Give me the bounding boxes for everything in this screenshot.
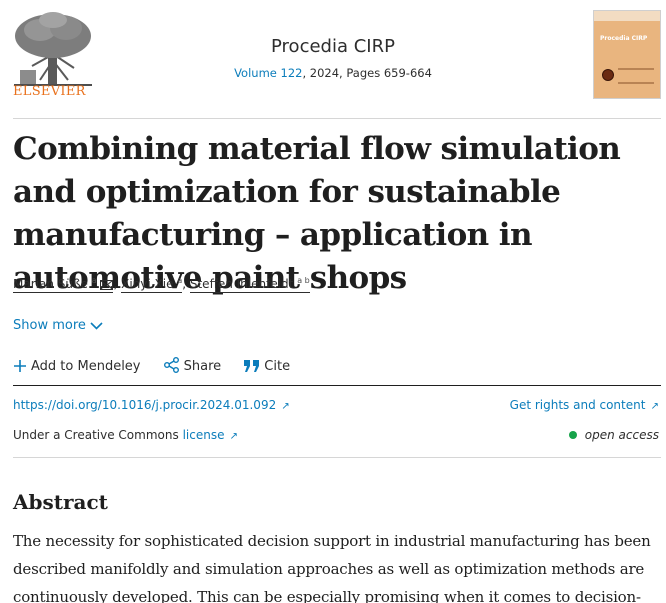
header-divider bbox=[13, 118, 661, 119]
author-list: Marian Süße a , Xinyi Xie a, Steffen Ihl… bbox=[13, 276, 310, 293]
volume-link[interactable]: Volume 122 bbox=[234, 66, 302, 80]
doi-link[interactable]: https://doi.org/10.1016/j.procir.2024.01… bbox=[13, 398, 290, 412]
show-more-label: Show more bbox=[13, 318, 86, 333]
author-name: Marian Süße bbox=[13, 277, 88, 291]
license-link[interactable]: license ↗ bbox=[183, 428, 238, 442]
journal-meta: Volume 122, 2024, Pages 659-664 bbox=[0, 66, 666, 80]
get-rights-link[interactable]: Get rights and content ↗ bbox=[510, 398, 659, 412]
add-to-mendeley-button[interactable]: Add to Mendeley bbox=[13, 359, 141, 374]
journal-cover-image[interactable]: Procedia CIRP bbox=[593, 10, 661, 99]
plus-icon bbox=[14, 360, 26, 372]
author-affiliation: a b bbox=[297, 276, 310, 285]
abstract-heading: Abstract bbox=[13, 490, 108, 514]
cover-lines bbox=[618, 68, 654, 84]
cite-button[interactable]: Cite bbox=[243, 359, 290, 374]
actions-divider bbox=[13, 385, 661, 386]
cover-title: Procedia CIRP bbox=[600, 35, 648, 42]
abstract-text: The necessity for sophisticated decision… bbox=[13, 532, 651, 603]
journal-title[interactable]: Procedia CIRP bbox=[0, 36, 666, 57]
journal-meta-rest: , 2024, Pages 659-664 bbox=[302, 66, 432, 80]
cite-label: Cite bbox=[264, 359, 291, 374]
share-icon bbox=[163, 357, 179, 373]
article-actions: Add to Mendeley Share Cite bbox=[13, 357, 308, 374]
open-access-dot bbox=[568, 431, 577, 439]
show-more-button[interactable]: Show more bbox=[13, 318, 103, 333]
author-name: Steffen Ihlenfeldt bbox=[189, 277, 294, 291]
meta-divider bbox=[13, 457, 661, 458]
author-affiliation: a bbox=[91, 276, 97, 285]
license-prefix: Under a Creative Commons bbox=[13, 428, 179, 442]
open-access-label: open access bbox=[584, 428, 659, 442]
doi-text: https://doi.org/10.1016/j.procir.2024.01… bbox=[13, 398, 277, 412]
open-access-badge: open access bbox=[568, 428, 659, 442]
external-link-icon: ↗ bbox=[226, 431, 239, 442]
author-affiliation: a bbox=[177, 276, 183, 285]
article-title: Combining material flow simulation and o… bbox=[13, 131, 621, 296]
author-name: Xinyi Xie bbox=[121, 277, 174, 291]
rights-text: Get rights and content bbox=[509, 398, 646, 412]
author-link[interactable]: Xinyi Xie a bbox=[121, 276, 183, 293]
quote-icon bbox=[244, 360, 260, 372]
mendeley-label: Add to Mendeley bbox=[31, 359, 141, 374]
external-link-icon: ↗ bbox=[278, 401, 290, 412]
publisher-name: ELSEVIER bbox=[13, 84, 86, 99]
cover-band bbox=[594, 11, 660, 21]
mail-icon[interactable] bbox=[100, 279, 114, 293]
external-link-icon: ↗ bbox=[647, 401, 659, 412]
license-line: Under a Creative Commons license ↗ bbox=[13, 428, 238, 442]
author-link[interactable]: Steffen Ihlenfeldt a b bbox=[189, 276, 310, 293]
journal-header: ELSEVIER Procedia CIRP Volume 122, 2024,… bbox=[0, 0, 666, 110]
author-link[interactable]: Marian Süße a bbox=[13, 276, 114, 293]
share-label: Share bbox=[183, 359, 222, 374]
chevron-down-icon bbox=[90, 322, 103, 330]
license-link-text: license bbox=[182, 428, 225, 442]
share-button[interactable]: Share bbox=[163, 357, 222, 374]
cover-seal bbox=[602, 69, 614, 81]
